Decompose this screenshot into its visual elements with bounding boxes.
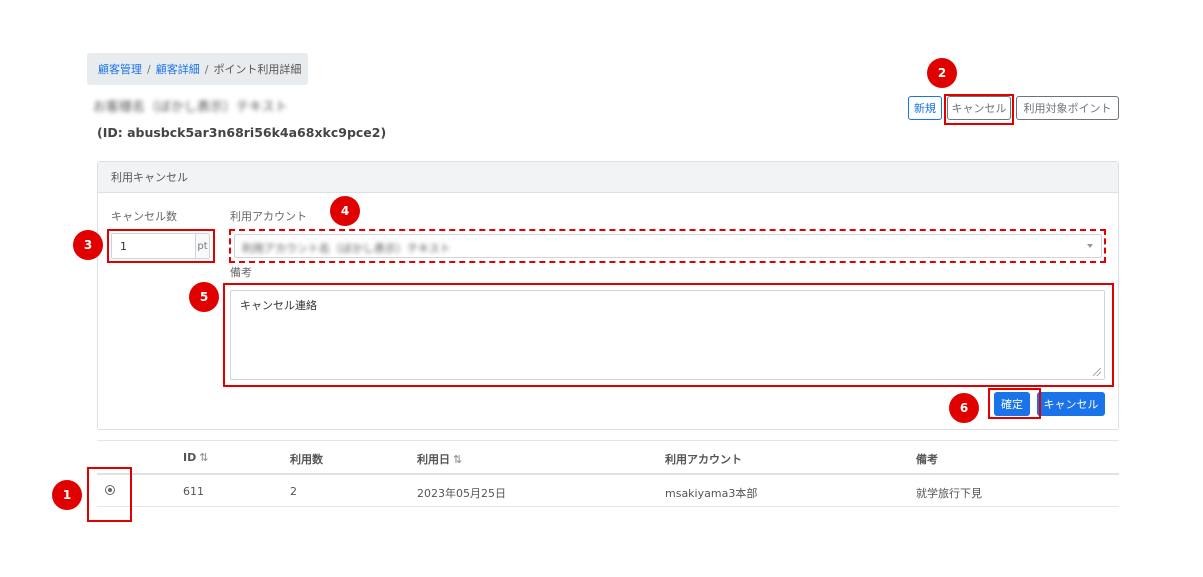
panel-title: 利用キャンセル <box>98 162 1118 193</box>
row-id: 611 <box>183 485 204 498</box>
breadcrumb-separator: / <box>204 62 209 76</box>
row-date: 2023年05月25日 <box>417 487 506 500</box>
cancel-count-label: キャンセル数 <box>111 210 177 223</box>
breadcrumb-separator: / <box>147 62 151 76</box>
annotation-badge-1: 1 <box>52 480 82 510</box>
breadcrumb-current: ポイント利用詳細 <box>213 63 302 76</box>
annotation-badge-3: 3 <box>73 230 103 260</box>
annotation-box-6 <box>988 388 1041 419</box>
annotation-box-4 <box>229 229 1106 263</box>
new-button[interactable]: 新規 <box>908 96 942 120</box>
sort-icon[interactable]: ⇅ <box>453 453 462 466</box>
table-divider <box>97 440 1119 441</box>
sort-icon[interactable]: ⇅ <box>199 451 208 464</box>
remark-label: 備考 <box>230 266 252 279</box>
column-header-id[interactable]: ID ⇅ <box>183 451 208 464</box>
breadcrumb-customer-management[interactable]: 顧客管理 <box>98 61 142 77</box>
target-points-button[interactable]: 利用対象ポイント <box>1016 96 1119 120</box>
column-header-remark: 備考 <box>916 453 938 466</box>
annotation-badge-5: 5 <box>189 282 219 312</box>
column-header-account: 利用アカウント <box>665 453 742 466</box>
customer-id: (ID: abusbck5ar3n68ri56k4a68xkc9pce2) <box>97 125 387 140</box>
column-header-date[interactable]: 利用日 ⇅ <box>417 451 462 467</box>
cancel-button[interactable]: キャンセル <box>1037 392 1105 416</box>
annotation-box-5 <box>223 283 1114 387</box>
annotation-box-2 <box>944 94 1014 125</box>
annotation-badge-4: 4 <box>330 196 360 226</box>
row-account: msakiyama3本部 <box>665 487 758 500</box>
column-header-id-label: ID <box>183 451 197 464</box>
column-header-date-label: 利用日 <box>417 453 450 466</box>
annotation-box-1 <box>87 467 132 522</box>
annotation-badge-6: 6 <box>949 393 979 423</box>
column-header-count: 利用数 <box>290 453 323 466</box>
row-count: 2 <box>290 485 297 498</box>
annotation-badge-2: 2 <box>927 58 957 88</box>
table-header-border <box>97 473 1119 475</box>
row-remark: 就学旅行下見 <box>916 487 982 500</box>
breadcrumb-customer-detail[interactable]: 顧客詳細 <box>156 61 200 77</box>
account-label: 利用アカウント <box>230 210 307 223</box>
breadcrumb: 顧客管理 / 顧客詳細 / ポイント利用詳細 <box>87 53 308 85</box>
table-divider <box>97 506 1119 507</box>
annotation-box-3 <box>107 229 215 263</box>
customer-name: お客様名（ぼかし表示）テキスト <box>93 100 288 113</box>
